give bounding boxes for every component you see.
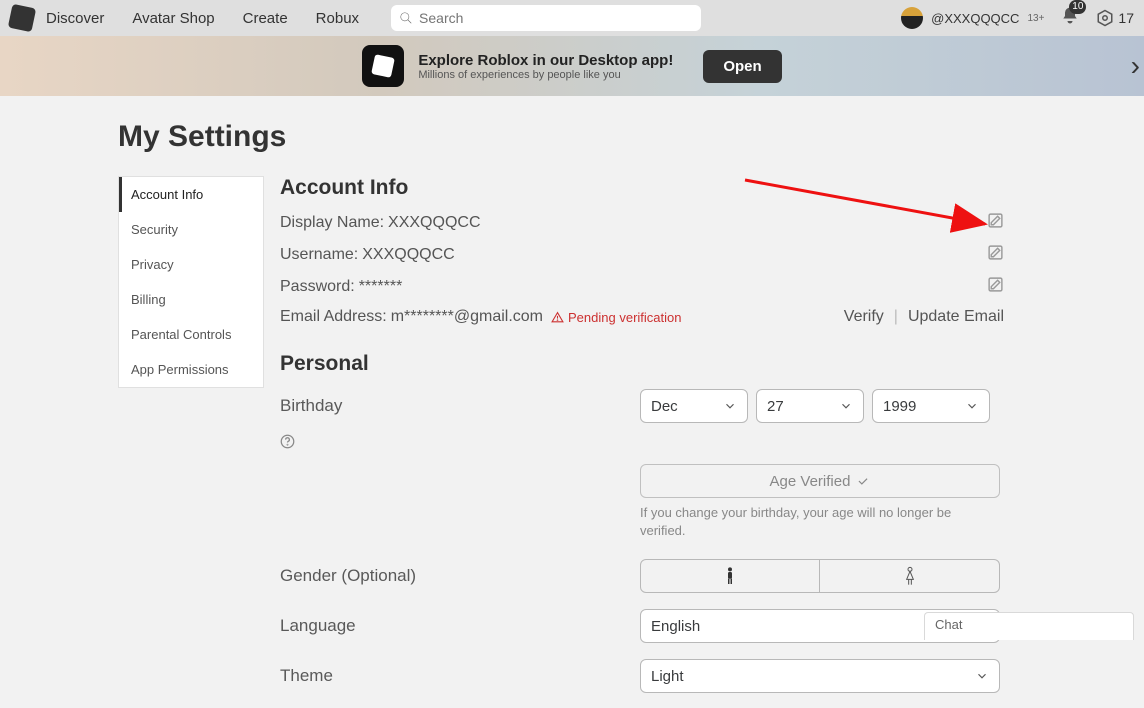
theme-select[interactable]: Light	[640, 659, 1000, 693]
nav-avatar-shop[interactable]: Avatar Shop	[132, 10, 214, 27]
username-label: @XXXQQQCC	[931, 11, 1019, 26]
edit-display-name-button[interactable]	[987, 212, 1004, 234]
search-box[interactable]	[391, 5, 701, 31]
birthday-day-select[interactable]: 27	[756, 389, 864, 423]
gender-male-button[interactable]	[640, 559, 820, 593]
pencil-icon	[987, 212, 1004, 229]
language-row: Language English	[280, 608, 1004, 644]
robux-amount: 17	[1118, 10, 1134, 26]
settings-sidebar: Account Info Security Privacy Billing Pa…	[118, 176, 264, 388]
nav-create[interactable]: Create	[243, 10, 288, 27]
sidebar-item-app-permissions[interactable]: App Permissions	[119, 352, 263, 387]
check-icon	[856, 474, 870, 488]
gender-row: Gender (Optional)	[280, 558, 1004, 594]
display-name-row: Display Name: XXXQQQCC	[280, 212, 1004, 234]
chevron-down-icon	[965, 399, 979, 413]
email-label: Email Address:	[280, 308, 387, 326]
nav-discover[interactable]: Discover	[46, 10, 104, 27]
notifications-button[interactable]: 10	[1060, 6, 1080, 31]
divider: |	[894, 308, 898, 326]
email-value: m********@gmail.com	[391, 308, 543, 326]
display-name-value: XXXQQQCC	[388, 214, 480, 232]
pencil-icon	[987, 276, 1004, 293]
age-change-note: If you change your birthday, your age wi…	[640, 504, 1000, 540]
chevron-down-icon	[975, 669, 989, 683]
sidebar-item-account-info[interactable]: Account Info	[119, 177, 263, 212]
help-icon	[280, 434, 295, 449]
page-title: My Settings	[118, 120, 1144, 154]
password-label: Password:	[280, 278, 355, 296]
birthday-help[interactable]	[280, 434, 1004, 454]
female-icon	[902, 566, 918, 586]
user-area[interactable]: @XXXQQQCC 13+ 10 17	[901, 6, 1134, 31]
edit-password-button[interactable]	[987, 276, 1004, 298]
verify-email-link[interactable]: Verify	[844, 308, 884, 326]
username-label: Username:	[280, 246, 358, 264]
search-input[interactable]	[419, 10, 693, 26]
sidebar-item-parental-controls[interactable]: Parental Controls	[119, 317, 263, 352]
age-tag: 13+	[1027, 13, 1044, 24]
nav-robux[interactable]: Robux	[316, 10, 359, 27]
theme-label: Theme	[280, 666, 640, 686]
birthday-label: Birthday	[280, 396, 640, 416]
birthday-year-select[interactable]: 1999	[872, 389, 990, 423]
gender-label: Gender (Optional)	[280, 566, 640, 586]
robux-icon	[1096, 9, 1114, 27]
edit-username-button[interactable]	[987, 244, 1004, 266]
avatar-icon	[901, 7, 923, 29]
personal-heading: Personal	[280, 352, 1004, 376]
username-row: Username: XXXQQQCC	[280, 244, 1004, 266]
notification-badge: 10	[1069, 0, 1086, 14]
display-name-label: Display Name:	[280, 214, 384, 232]
open-app-button[interactable]: Open	[703, 50, 781, 83]
banner-next-icon[interactable]: ›	[1131, 50, 1140, 82]
pending-verification-badge: Pending verification	[551, 310, 681, 325]
chat-tab[interactable]: Chat	[924, 612, 1134, 640]
sidebar-item-privacy[interactable]: Privacy	[119, 247, 263, 282]
age-verified-button[interactable]: Age Verified	[640, 464, 1000, 498]
birthday-month-select[interactable]: Dec	[640, 389, 748, 423]
language-label: Language	[280, 616, 640, 636]
gender-female-button[interactable]	[820, 559, 1000, 593]
password-row: Password: *******	[280, 276, 1004, 298]
username-value: XXXQQQCC	[362, 246, 454, 264]
roblox-logo-icon[interactable]	[8, 4, 36, 32]
password-value: *******	[359, 278, 403, 296]
pencil-icon	[987, 244, 1004, 261]
chevron-down-icon	[839, 399, 853, 413]
chevron-down-icon	[723, 399, 737, 413]
banner-title: Explore Roblox in our Desktop app!	[418, 52, 673, 69]
desktop-app-banner: Explore Roblox in our Desktop app! Milli…	[0, 36, 1144, 96]
robux-balance[interactable]: 17	[1096, 9, 1134, 27]
update-email-link[interactable]: Update Email	[908, 308, 1004, 326]
settings-main: Account Info Display Name: XXXQQQCC User…	[264, 176, 1004, 708]
male-icon	[722, 566, 738, 586]
theme-row: Theme Light	[280, 658, 1004, 694]
top-navigation: Discover Avatar Shop Create Robux @XXXQQ…	[0, 0, 1144, 36]
search-icon	[399, 11, 413, 25]
birthday-row: Birthday Dec 27 1999	[280, 388, 1004, 424]
email-row: Email Address: m********@gmail.com Pendi…	[280, 308, 1004, 326]
sidebar-item-billing[interactable]: Billing	[119, 282, 263, 317]
account-info-heading: Account Info	[280, 176, 1004, 200]
sidebar-item-security[interactable]: Security	[119, 212, 263, 247]
banner-subtitle: Millions of experiences by people like y…	[418, 69, 673, 81]
app-icon	[362, 45, 404, 87]
warning-icon	[551, 311, 564, 324]
